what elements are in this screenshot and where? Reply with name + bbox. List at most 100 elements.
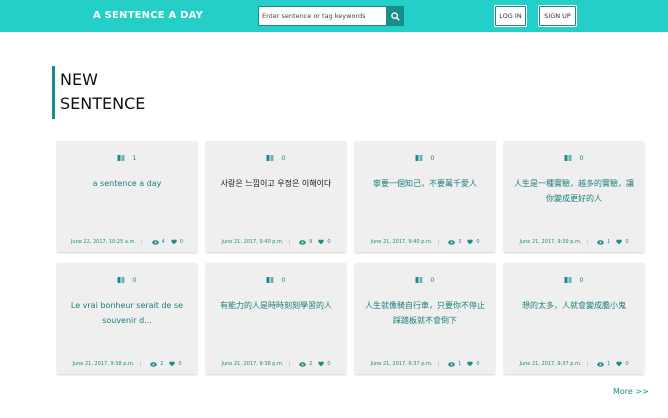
sentence-text[interactable]: 人生是一種實驗，越多的實驗，讓你變成更好的人 xyxy=(512,176,636,206)
likes-stat[interactable]: 0 xyxy=(171,239,183,245)
comments-count: 9 xyxy=(309,239,313,245)
search-input[interactable] xyxy=(258,6,386,26)
card-views: 0 xyxy=(504,276,644,284)
sentence-card[interactable]: 0 寧要一個知己，不要萬千愛人 June 21, 2017, 9:40 p.m.… xyxy=(355,141,495,252)
likes-count: 0 xyxy=(625,361,629,367)
heart-icon xyxy=(467,361,474,367)
sentence-text[interactable]: 有能力的人是時時刻刻學習的人 xyxy=(214,298,338,313)
likes-stat[interactable]: 0 xyxy=(318,361,331,367)
comments-count: 1 xyxy=(607,239,611,245)
comments-count: 1 xyxy=(458,361,462,367)
comments-stat: 9 xyxy=(299,239,312,245)
heart-icon xyxy=(616,239,623,245)
card-views: 0 xyxy=(206,154,346,162)
sentence-card[interactable]: 1 a sentence a day June 22, 2017, 10:25 … xyxy=(57,141,197,252)
likes-stat[interactable]: 0 xyxy=(616,239,629,245)
comments-count: 2 xyxy=(309,361,313,367)
search-icon xyxy=(390,11,400,21)
comments-count: 1 xyxy=(607,361,611,367)
sentence-text[interactable]: Le vrai bonheur serait de se souvenir d.… xyxy=(65,298,189,328)
search-form xyxy=(258,6,404,26)
meta-divider: | xyxy=(288,239,291,245)
book-icon xyxy=(415,155,423,161)
sentence-card[interactable]: 0 Le vrai bonheur serait de se souvenir … xyxy=(57,263,197,374)
book-icon xyxy=(266,155,274,161)
views-count: 0 xyxy=(579,276,584,284)
card-views: 1 xyxy=(57,154,197,162)
likes-stat[interactable]: 0 xyxy=(169,361,182,367)
sentence-text[interactable]: 人生就像騎自行車，只要你不停止踩踏板就不會倒下 xyxy=(363,298,487,328)
card-views: 0 xyxy=(355,276,495,284)
eye-icon xyxy=(150,361,157,367)
likes-count: 0 xyxy=(476,361,480,367)
brand-logo[interactable]: A SENTENCE A DAY xyxy=(93,10,203,21)
comments-count: 4 xyxy=(161,239,165,245)
book-icon xyxy=(564,277,572,283)
heart-icon xyxy=(318,361,325,367)
eye-icon xyxy=(597,239,604,245)
sentence-card[interactable]: 0 人生是一種實驗，越多的實驗，讓你變成更好的人 June 21, 2017, … xyxy=(504,141,644,252)
likes-stat[interactable]: 0 xyxy=(318,239,331,245)
likes-count: 0 xyxy=(327,239,331,245)
meta-divider: | xyxy=(139,361,142,367)
card-views: 0 xyxy=(504,154,644,162)
card-date: June 21, 2017, 9:40 p.m. xyxy=(370,239,433,245)
sentence-text[interactable]: a sentence a day xyxy=(65,176,189,191)
page-title-line: NEW xyxy=(60,70,98,89)
card-date: June 21, 2017, 9:37 p.m. xyxy=(519,361,582,367)
sentence-card[interactable]: 0 사랑은 느낌이고 우정은 이해이다 June 21, 2017, 9:40 … xyxy=(206,141,346,252)
likes-stat[interactable]: 0 xyxy=(467,361,480,367)
card-views: 0 xyxy=(355,154,495,162)
sentence-card[interactable]: 0 人生就像騎自行車，只要你不停止踩踏板就不會倒下 June 21, 2017,… xyxy=(355,263,495,374)
comments-stat: 4 xyxy=(151,239,165,245)
card-views: 0 xyxy=(206,276,346,284)
login-button[interactable]: LOG IN xyxy=(494,5,527,27)
more-link[interactable]: More >> xyxy=(613,387,649,396)
heart-icon xyxy=(318,239,325,245)
comments-stat: 1 xyxy=(597,361,610,367)
heart-icon xyxy=(171,239,177,245)
search-button[interactable] xyxy=(386,6,404,26)
card-date: June 21, 2017, 9:38 p.m. xyxy=(221,361,284,367)
heart-icon xyxy=(467,239,474,245)
card-date: June 21, 2017, 9:39 p.m. xyxy=(519,239,582,245)
likes-count: 0 xyxy=(625,239,629,245)
comments-stat: 1 xyxy=(448,361,461,367)
sentence-text[interactable]: 사랑은 느낌이고 우정은 이해이다 xyxy=(214,176,338,191)
card-meta: June 21, 2017, 9:38 p.m. | 2 0 xyxy=(57,361,197,367)
views-count: 0 xyxy=(132,276,137,284)
card-meta: June 21, 2017, 9:38 p.m. | 2 0 xyxy=(206,361,346,367)
card-date: June 22, 2017, 10:25 a.m. xyxy=(70,239,136,245)
eye-icon xyxy=(597,361,604,367)
views-count: 0 xyxy=(430,276,435,284)
navbar: A SENTENCE A DAY LOG IN SIGN UP xyxy=(0,0,668,32)
likes-stat[interactable]: 0 xyxy=(616,361,629,367)
comments-count: 3 xyxy=(458,239,462,245)
views-count: 0 xyxy=(430,154,435,162)
eye-icon xyxy=(299,361,306,367)
meta-divider: | xyxy=(437,361,440,367)
comments-stat: 3 xyxy=(448,239,461,245)
meta-divider: | xyxy=(586,361,589,367)
card-views: 0 xyxy=(57,276,197,284)
comments-stat: 1 xyxy=(597,239,610,245)
sentence-text[interactable]: 想的太多，人就會變成膽小鬼 xyxy=(512,298,636,313)
sentence-card[interactable]: 0 想的太多，人就會變成膽小鬼 June 21, 2017, 9:37 p.m.… xyxy=(504,263,644,374)
views-count: 1 xyxy=(132,154,137,162)
heart-icon xyxy=(616,361,623,367)
signup-button[interactable]: SIGN UP xyxy=(538,5,577,27)
eye-icon xyxy=(448,361,455,367)
book-icon xyxy=(117,277,125,283)
card-meta: June 21, 2017, 9:37 p.m. | 1 0 xyxy=(504,361,644,367)
likes-stat[interactable]: 0 xyxy=(467,239,480,245)
title-accent-bar xyxy=(52,66,55,119)
views-count: 0 xyxy=(579,154,584,162)
book-icon xyxy=(117,155,125,161)
card-meta: June 21, 2017, 9:40 p.m. | 3 0 xyxy=(355,239,495,245)
sentence-text[interactable]: 寧要一個知己，不要萬千愛人 xyxy=(363,176,487,191)
card-date: June 21, 2017, 9:38 p.m. xyxy=(72,361,135,367)
eye-icon xyxy=(299,239,306,245)
likes-count: 0 xyxy=(476,239,480,245)
sentence-card[interactable]: 0 有能力的人是時時刻刻學習的人 June 21, 2017, 9:38 p.m… xyxy=(206,263,346,374)
eye-icon xyxy=(448,239,455,245)
